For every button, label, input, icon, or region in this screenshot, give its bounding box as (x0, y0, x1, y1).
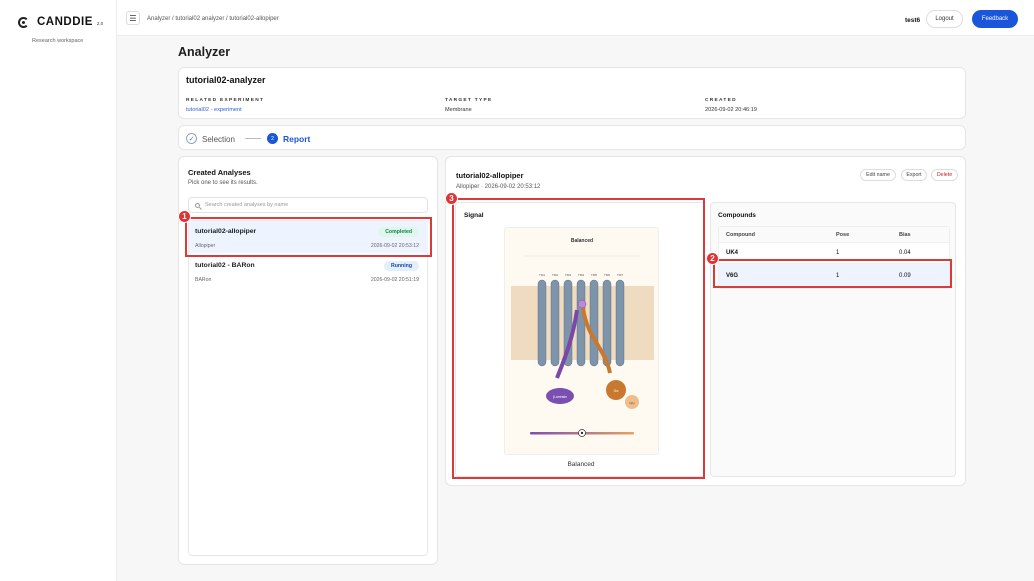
report-title: tutorial02-allopiper (456, 171, 524, 180)
annotation-badge-2: 2 (706, 252, 719, 265)
analyses-list: tutorial02-allopiper Allopiper Completed… (188, 220, 428, 556)
logout-button[interactable]: Logout (926, 10, 963, 28)
menu-toggle-button[interactable]: ☰ (126, 11, 140, 25)
target-type-label: TARGET TYPE (445, 98, 493, 103)
list-item[interactable]: tutorial02 - BARon BARon Running 2026-09… (189, 255, 428, 287)
workspace-label: Research workspace (32, 38, 84, 44)
highlight-box-3 (452, 198, 705, 479)
app-logo[interactable]: CANDDIE 2.0 (18, 16, 103, 28)
hamburger-icon: ☰ (129, 13, 137, 23)
highlight-box-1 (185, 217, 432, 257)
user-name: test6 (905, 17, 921, 24)
column-header[interactable]: Pose (836, 232, 849, 238)
search-placeholder: Search created analyses by name (205, 202, 289, 208)
step-report[interactable]: Report (283, 134, 310, 144)
app-version: 2.0 (96, 21, 104, 26)
page-title: Analyzer (178, 45, 231, 59)
topbar: ☰ Analyzer / tutorial02 analyzer / tutor… (117, 0, 1034, 36)
step-selection[interactable]: Selection (202, 135, 235, 144)
feedback-button[interactable]: Feedback (972, 10, 1018, 28)
compound-bias: 0.04 (899, 250, 911, 256)
highlight-box-2 (713, 259, 952, 288)
steps-bar: ✓ Selection 2 Report (178, 125, 966, 150)
sidebar: CANDDIE 2.0 Research workspace (0, 0, 117, 581)
created-analyses-title: Created Analyses (188, 168, 251, 177)
step-number-badge: 2 (267, 133, 278, 144)
compound-pose: 1 (836, 250, 840, 256)
annotation-badge-1: 1 (178, 210, 191, 223)
table-header: Compound Pose Bias (719, 227, 949, 243)
analyzer-name: tutorial02-analyzer (186, 75, 266, 85)
column-header[interactable]: Bias (899, 232, 911, 238)
edit-name-button[interactable]: Edit name (860, 169, 896, 181)
compounds-panel: Compounds Compound Pose Bias UK4 1 0.04 … (710, 202, 956, 477)
step-divider (245, 138, 261, 139)
created-value: 2026-09-02 20:46:19 (705, 107, 757, 113)
status-badge: Running (383, 261, 419, 271)
related-experiment-label: RELATED EXPERIMENT (186, 98, 265, 103)
search-icon (195, 202, 200, 208)
annotation-badge-3: 3 (445, 192, 458, 205)
delete-button[interactable]: Delete (931, 169, 958, 181)
analysis-name: tutorial02 - BARon (195, 262, 255, 269)
app-name: CANDDIE (37, 16, 93, 28)
created-analyses-subtitle: Pick one to see its results. (188, 180, 258, 186)
column-header[interactable]: Compound (726, 232, 755, 238)
breadcrumb[interactable]: Analyzer / tutorial02 analyzer / tutoria… (147, 16, 279, 22)
created-label: CREATED (705, 98, 737, 103)
canddie-logo-icon (18, 16, 29, 28)
target-type-value: Membrane (445, 107, 472, 113)
related-experiment-link[interactable]: tutorial02 - experiment (186, 107, 242, 113)
analysis-time: 2026-09-02 20:51:19 (370, 277, 419, 283)
export-button[interactable]: Export (901, 169, 927, 181)
report-subtitle: Allopiper · 2026-09-02 20:53:12 (456, 184, 541, 190)
compound-name: UK4 (726, 250, 739, 256)
compounds-title: Compounds (718, 212, 756, 219)
search-input[interactable]: Search created analyses by name (188, 197, 428, 213)
check-icon[interactable]: ✓ (186, 133, 197, 144)
analysis-model: BARon (195, 277, 212, 283)
analyzer-info-card: tutorial02-analyzer RELATED EXPERIMENT t… (178, 67, 966, 119)
